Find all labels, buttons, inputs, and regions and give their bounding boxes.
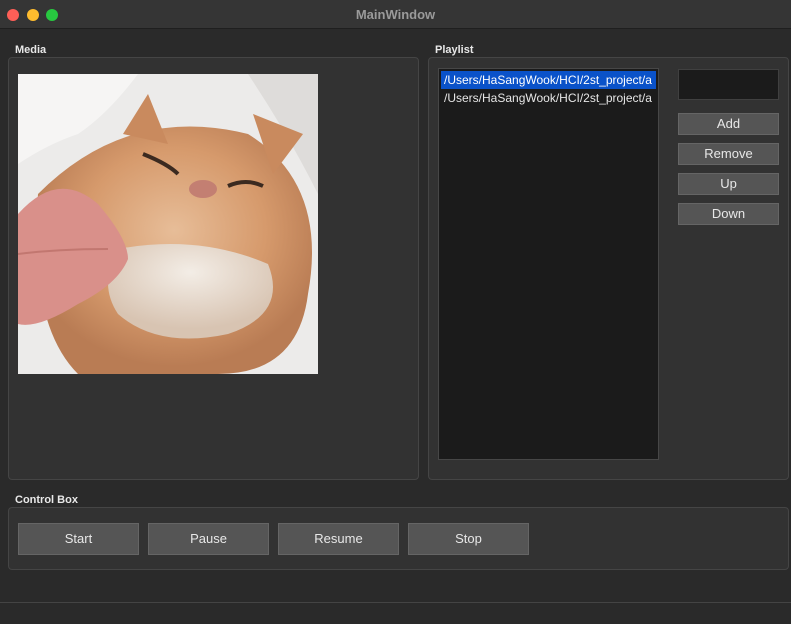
title-bar: MainWindow (0, 0, 791, 29)
up-button[interactable]: Up (678, 173, 779, 195)
start-button[interactable]: Start (18, 523, 139, 555)
resume-button[interactable]: Resume (278, 523, 399, 555)
remove-button[interactable]: Remove (678, 143, 779, 165)
media-image (18, 74, 318, 374)
status-bar-divider (0, 602, 791, 603)
playlist-group-label: Playlist (435, 44, 474, 56)
window-title: MainWindow (355, 7, 436, 22)
media-group-label: Media (15, 44, 47, 56)
playlist-list[interactable]: /Users/HaSangWook/HCI/2st_project/a /Use… (438, 68, 659, 460)
cat-image (18, 74, 318, 374)
pause-button[interactable]: Pause (148, 523, 269, 555)
stop-button[interactable]: Stop (408, 523, 529, 555)
down-button[interactable]: Down (678, 203, 779, 225)
playlist-item[interactable]: /Users/HaSangWook/HCI/2st_project/a (441, 71, 656, 89)
playlist-item[interactable]: /Users/HaSangWook/HCI/2st_project/a (439, 89, 658, 107)
control-box-label: Control Box (15, 494, 78, 506)
playlist-name-field[interactable] (678, 69, 779, 100)
add-button[interactable]: Add (678, 113, 779, 135)
